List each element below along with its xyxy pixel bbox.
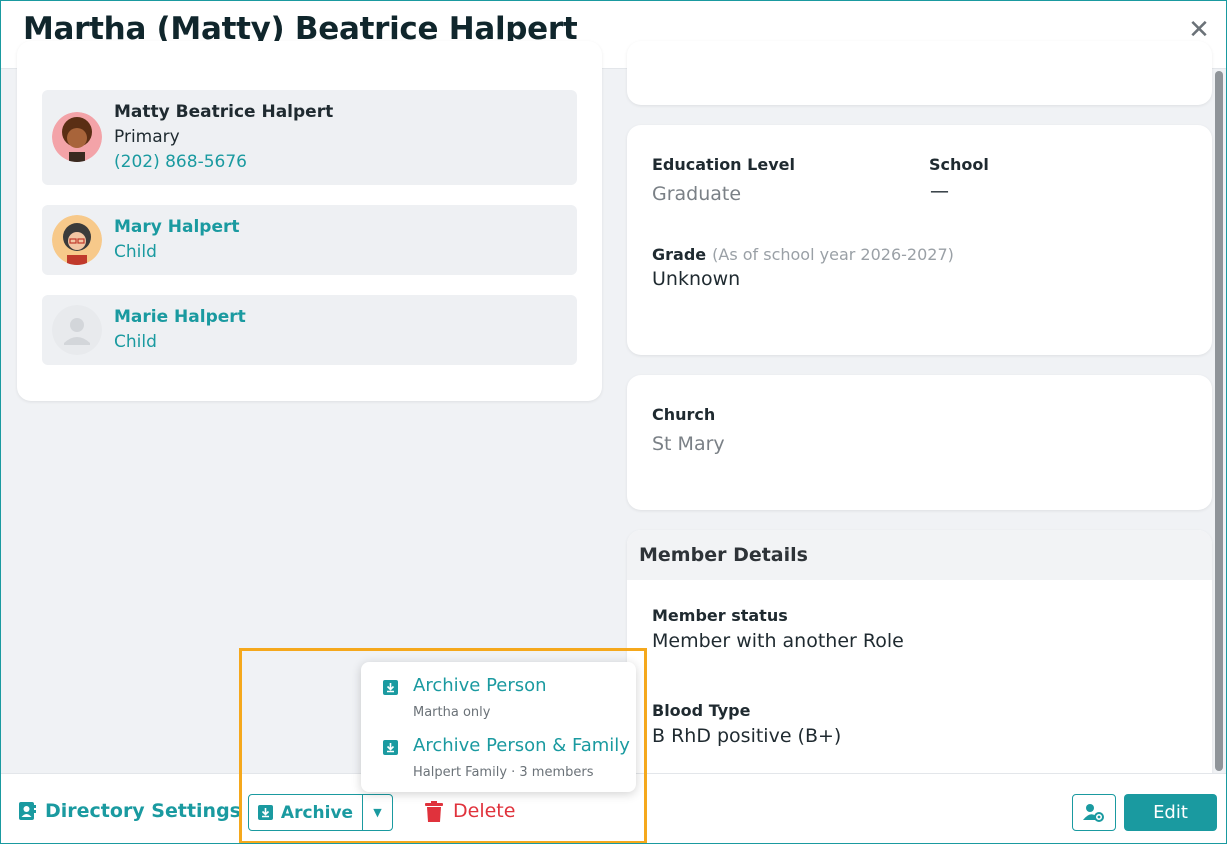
church-card: Church St Mary [627,375,1212,510]
blood-type-label: Blood Type [652,701,751,720]
archive-icon [383,740,398,755]
archive-person-sublabel: Martha only [413,705,491,720]
education-level-label: Education Level [652,155,795,174]
school-value: — [930,180,949,202]
avatar-placeholder-icon [52,305,102,355]
grade-value: Unknown [652,268,741,290]
directory-settings-link[interactable]: Directory Settings [17,800,241,822]
member-role: Child [114,332,157,352]
member-role: Child [114,242,157,262]
school-label: School [929,155,989,174]
church-value: St Mary [652,433,725,455]
scrollbar-thumb[interactable] [1215,71,1223,771]
church-label: Church [652,405,716,424]
user-settings-button[interactable] [1072,794,1116,831]
member-status-value: Member with another Role [652,630,904,652]
grade-hint: (As of school year 2026-2027) [712,245,954,264]
scrollbar[interactable] [1213,71,1225,773]
family-member-row[interactable]: Mary Halpert Child [42,205,577,275]
member-details-card: Member Details Member status Member with… [627,530,1212,790]
member-status-label: Member status [652,606,788,625]
edit-button[interactable]: Edit [1124,794,1217,831]
grade-label-text: Grade [652,245,707,264]
member-name: Matty Beatrice Halpert [114,102,334,122]
family-card: Matty Beatrice Halpert Primary (202) 868… [17,41,602,401]
archive-icon [383,680,398,695]
contact-book-icon [19,802,36,820]
archive-person-family-label: Archive Person & Family [413,735,630,756]
member-phone-link[interactable]: (202) 868-5676 [114,152,247,172]
family-member-row[interactable]: Marie Halpert Child [42,295,577,365]
archive-person-label: Archive Person [413,675,547,696]
user-gear-icon [1083,803,1104,822]
person-profile-modal: Martha (Matty) Beatrice Halpert ✕ Matty … [0,0,1227,844]
member-name-link[interactable]: Marie Halpert [114,307,246,327]
archive-person-family-sublabel: Halpert Family · 3 members [413,765,594,780]
archive-dropdown-menu: Archive Person Martha only Archive Perso… [361,662,636,792]
blood-type-value: B RhD positive (B+) [652,725,842,747]
family-member-row[interactable]: Matty Beatrice Halpert Primary (202) 868… [42,90,577,185]
member-details-heading: Member Details [627,530,1212,580]
avatar-icon [52,112,102,162]
member-role: Primary [114,127,180,147]
previous-card [627,41,1212,105]
member-name-link[interactable]: Mary Halpert [114,217,240,237]
grade-label: Grade (As of school year 2026-2027) [652,245,954,264]
education-level-value: Graduate [652,183,742,205]
avatar-icon [52,215,102,265]
education-card: Education Level Graduate School — Grade (… [627,125,1212,355]
directory-settings-label: Directory Settings [45,800,241,822]
